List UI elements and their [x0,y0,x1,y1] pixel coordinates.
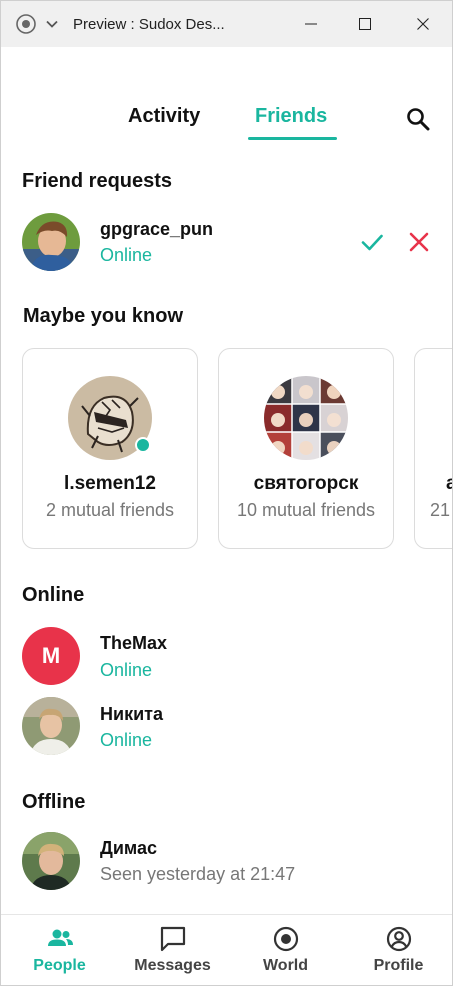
friend-request-status: Online [100,245,153,265]
avatar[interactable] [22,213,80,271]
title-bar: Preview : Sudox Des... [1,1,452,47]
suggestion-card[interactable]: l.semen12 2 mutual friends [22,348,198,549]
suggestion-card[interactable]: a 21 [414,348,452,549]
nav-label: Profile [373,957,424,974]
avatar-initial: M [41,643,61,668]
nav-world[interactable]: World [229,915,342,985]
profile-icon [384,924,414,954]
offline-heading: Offline [22,791,86,813]
suggestion-name: l.semen12 [64,473,156,494]
nav-label: Messages [134,957,211,974]
suggestion-carousel[interactable]: l.semen12 2 mutual friends святогорск 10… [1,348,452,551]
people-icon [45,924,75,954]
accept-request-button[interactable] [357,227,387,257]
message-icon [158,924,188,954]
top-tabs: Activity Friends [1,101,452,145]
friend-name: Никита [100,704,163,724]
app-window: Preview : Sudox Des... Activity Friends … [0,0,453,986]
mutual-friends-count: 21 [430,500,451,520]
friend-request-name: gpgrace_pun [100,219,214,239]
avatar[interactable]: M [22,627,80,685]
friend-status: Online [100,730,153,750]
active-tab-indicator [248,137,337,140]
maximize-button[interactable] [336,1,394,47]
mutual-friends-count: 2 mutual friends [45,500,175,520]
nav-messages[interactable]: Messages [116,915,229,985]
nav-people[interactable]: People [3,915,116,985]
check-icon [361,234,383,251]
nav-label: People [33,957,86,974]
friend-requests-heading: Friend requests [22,170,173,192]
suggestion-name: святогорск [253,473,359,494]
window-title: Preview : Sudox Des... [73,15,225,33]
minimize-button[interactable] [286,1,336,47]
world-icon [271,924,301,954]
nav-label: World [262,957,309,974]
decline-request-button[interactable] [404,227,434,257]
search-icon[interactable] [405,106,431,132]
online-heading: Online [22,584,85,606]
suggestion-card[interactable]: святогорск 10 mutual friends [218,348,394,549]
friend-name: Димас [100,838,157,858]
suggestion-name: a [446,473,452,495]
avatar[interactable] [22,697,80,755]
tab-activity[interactable]: Activity [128,105,200,128]
last-seen-text: Seen yesterday at 21:47 [100,864,296,884]
close-icon [409,232,429,252]
online-indicator [135,437,151,453]
close-button[interactable] [394,1,452,47]
friend-name: TheMax [100,633,168,653]
bottom-navigation: People Messages World Profile [1,914,452,985]
maybe-you-know-heading: Maybe you know [23,305,184,327]
avatar[interactable] [22,832,80,890]
nav-profile[interactable]: Profile [342,915,452,985]
tab-friends[interactable]: Friends [255,105,327,128]
mutual-friends-count: 10 mutual friends [236,500,376,520]
chevron-down-icon[interactable] [43,15,61,33]
avatar [264,376,348,460]
friend-status: Online [100,660,153,680]
app-icon[interactable] [15,13,37,35]
